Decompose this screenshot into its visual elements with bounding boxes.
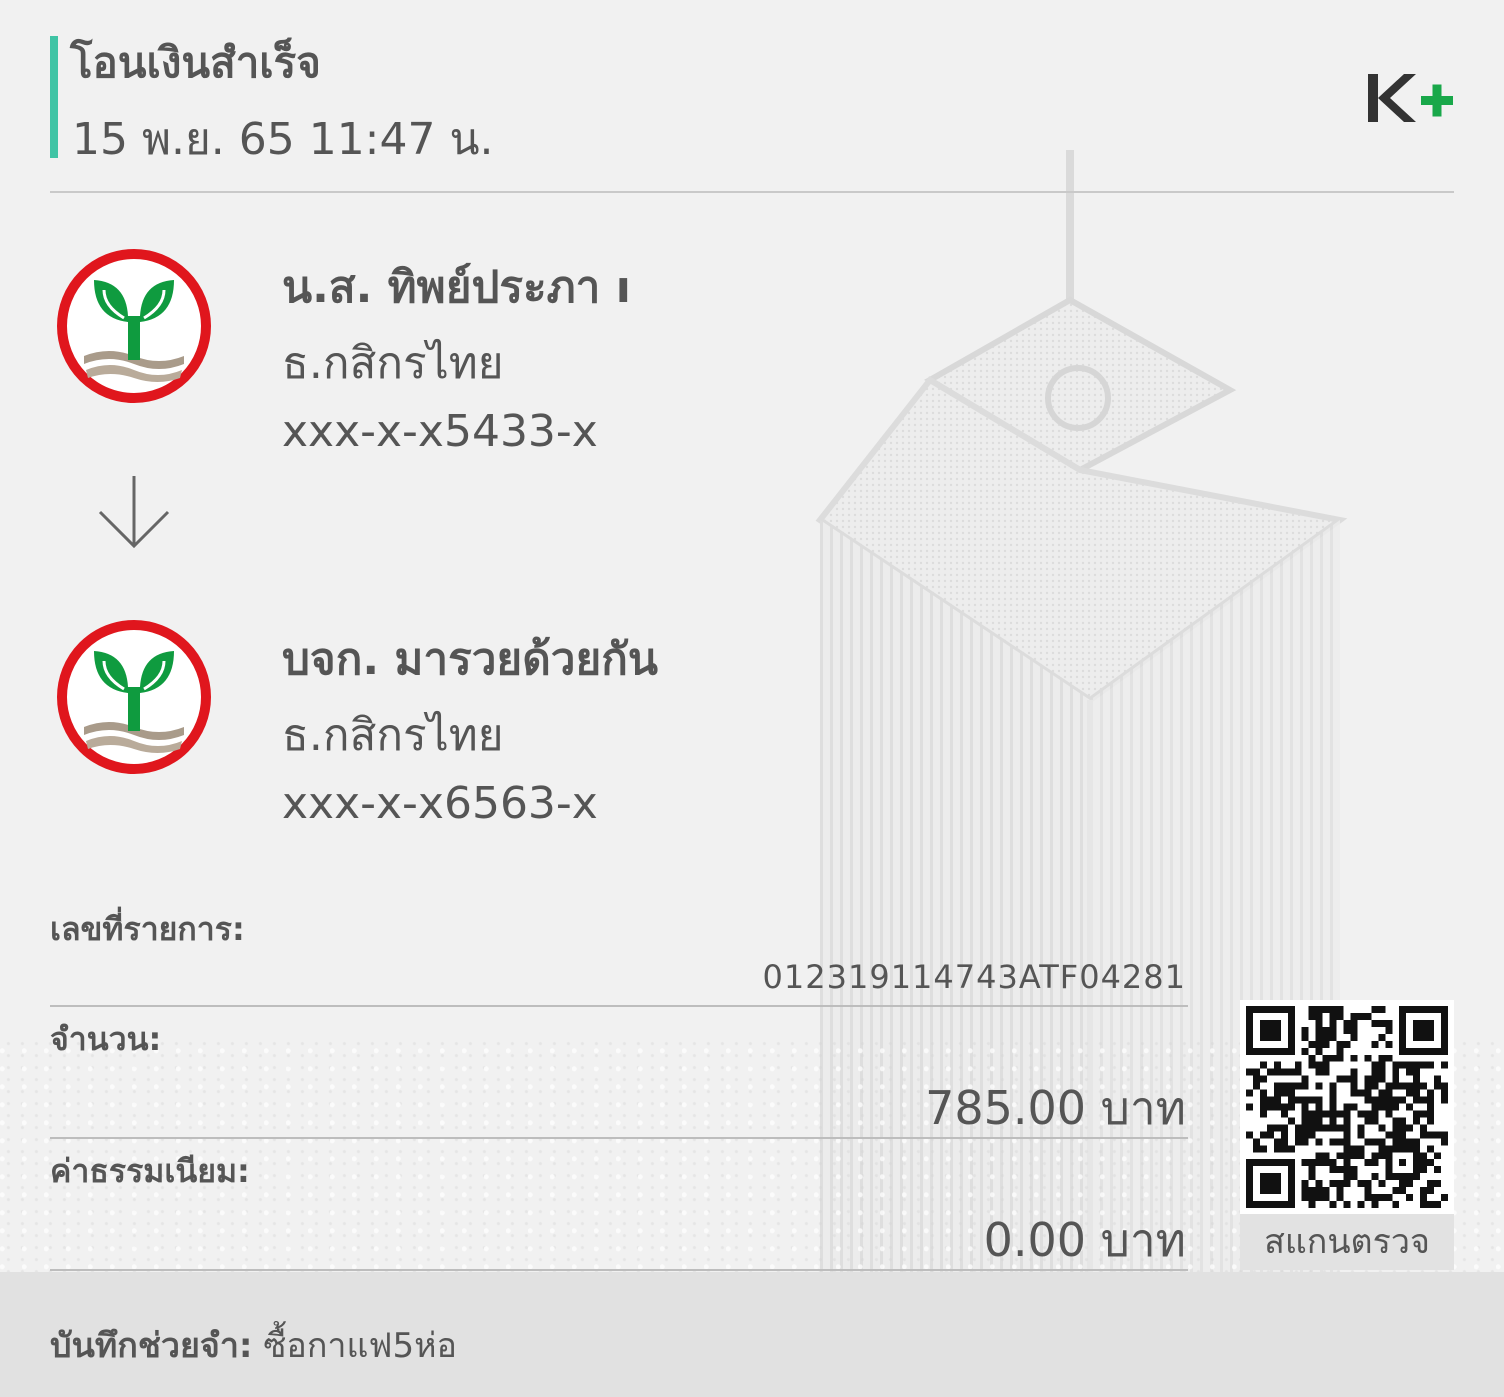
header-accent-bar	[50, 36, 58, 158]
verification-qr-code[interactable]	[1240, 1000, 1454, 1214]
receiver-kbank-logo-icon	[57, 620, 211, 774]
transaction-id-label: เลขที่รายการ:	[50, 910, 245, 948]
receiver-bank: ธ.กสิกรไทย	[282, 710, 504, 761]
sender-name: น.ส. ทิพย์ประภา ı	[282, 262, 631, 313]
row-divider	[50, 1269, 1188, 1271]
memo: บันทึกช่วยจำ: ซื้อกาแฟ5ห่อ	[50, 1318, 457, 1372]
header-divider	[50, 191, 1454, 193]
sender-bank: ธ.กสิกรไทย	[282, 338, 504, 389]
row-divider	[50, 1005, 1188, 1007]
page-title: โอนเงินสำเร็จ	[70, 38, 321, 87]
transaction-datetime: 15 พ.ย. 65 11:47 น.	[72, 114, 494, 165]
qr-scan-caption: สแกนตรวจ	[1240, 1214, 1454, 1270]
arrow-down-icon	[98, 476, 170, 549]
row-divider	[50, 1137, 1188, 1139]
fee-label: ค่าธรรมเนียม:	[50, 1152, 250, 1190]
fee-value: 0.00 บาท	[983, 1213, 1186, 1267]
amount-label: จำนวน:	[50, 1020, 162, 1058]
amount-value: 785.00 บาท	[925, 1081, 1186, 1135]
memo-value: ซื้อกาแฟ5ห่อ	[263, 1326, 457, 1366]
receiver-name: บจก. มารวยด้วยกัน	[282, 634, 658, 685]
receiver-account: xxx-x-x6563-x	[282, 778, 598, 829]
qr-code-icon	[1246, 1006, 1448, 1208]
memo-label: บันทึกช่วยจำ:	[50, 1326, 253, 1366]
sender-kbank-logo-icon	[57, 249, 211, 403]
sender-account: xxx-x-x5433-x	[282, 406, 598, 457]
transaction-id-value: 012319114743ATF04281	[762, 958, 1186, 996]
kplus-logo-icon	[1368, 74, 1453, 122]
